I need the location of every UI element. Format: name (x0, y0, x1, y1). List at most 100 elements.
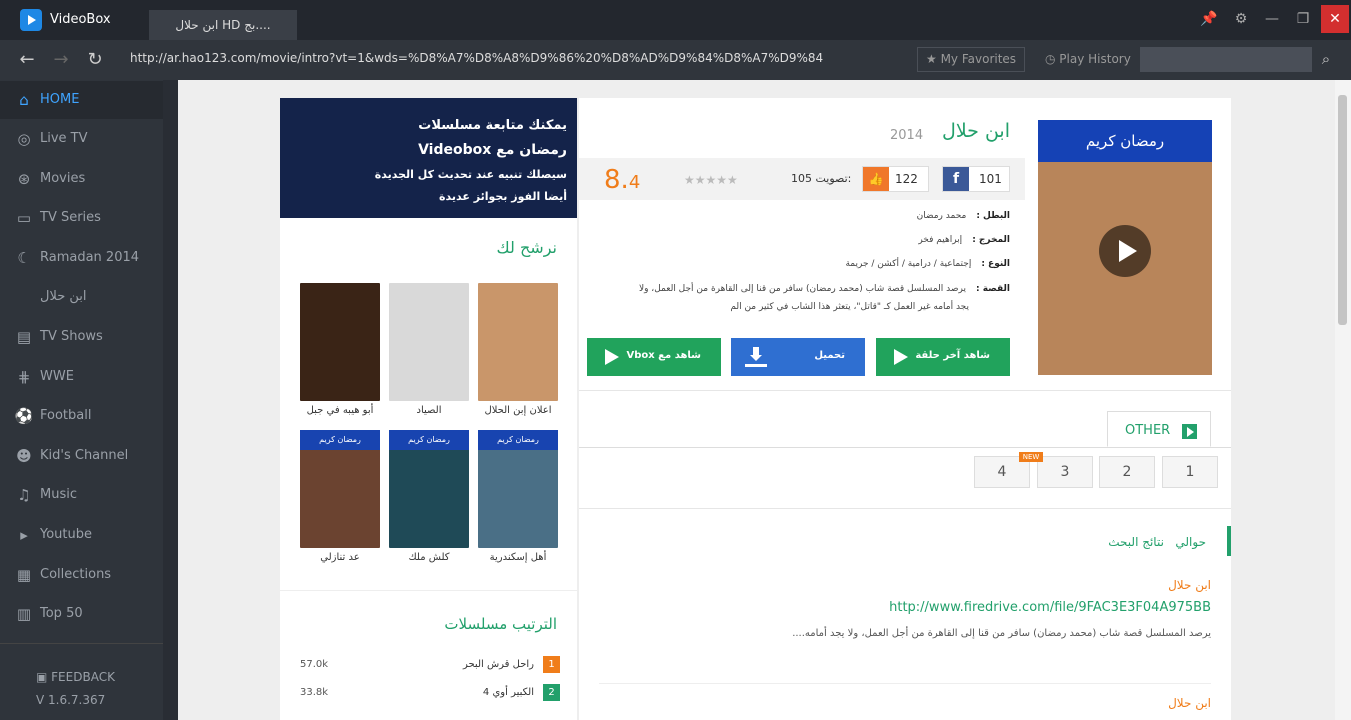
film-reel-icon: ⊛ (17, 170, 31, 188)
ranking-row[interactable]: 33.8k الكبير أوي 4 2 (300, 684, 560, 704)
result-title[interactable]: ابن حلال (1168, 696, 1211, 710)
sidebar-item-top-50[interactable]: ▥ Top 50 (0, 595, 163, 633)
pin-icon[interactable]: 📌 (1195, 5, 1223, 33)
result-description: يرصد المسلسل قصة شاب (محمد رمضان) سافر م… (792, 628, 1211, 639)
sidebar-item-collections[interactable]: ▦ Collections (0, 556, 163, 594)
movie-title: ابن حلال (942, 120, 1010, 142)
genre-label: النوع : (981, 259, 1010, 269)
tab-other[interactable]: OTHER (1107, 411, 1211, 447)
divider (280, 590, 577, 591)
sidebar-item-label: Movies (40, 171, 86, 186)
button-label: شاهد آخر حلقة (915, 350, 990, 361)
url-field[interactable]: http://ar.hao123.com/movie/intro?vt=1&wd… (130, 51, 823, 65)
feedback-link[interactable]: ▣ FEEDBACK (36, 670, 115, 684)
ranking-number: 2 (543, 684, 560, 701)
star-icon: ★ (926, 52, 941, 66)
sidebar-item-tv-series[interactable]: ▭ TV Series (0, 199, 163, 237)
videobox-banner[interactable]: يمكنك متابعة مسلسلات رمضان مع Videobox س… (280, 98, 577, 218)
sidebar-item-label: Kid's Channel (40, 448, 129, 463)
thumbnail-image: رمضان كريم (389, 430, 469, 548)
close-button[interactable]: ✕ (1321, 5, 1349, 33)
ranking-row[interactable]: 57.0k راحل قرش البحر 1 (300, 656, 560, 676)
sidebar-item-football[interactable]: ⚽ Football (0, 397, 163, 435)
result-url[interactable]: http://www.firedrive.com/file/9FAC3E3F04… (889, 600, 1211, 615)
story-row-2: يجد أمامه غير العمل كـ "قاتل"، يتعثر هذا… (730, 302, 969, 312)
thumbnail-header: رمضان كريم (300, 430, 380, 450)
facebook-share-button[interactable]: f 101 (942, 166, 1010, 192)
thumbnail-image (300, 283, 380, 401)
recommend-item[interactable]: أبو هيبه في جبل (300, 283, 380, 416)
tab-label: OTHER (1125, 423, 1171, 438)
actor-row: البطل : محمد رمضان (610, 211, 1010, 221)
sidebar-item-music[interactable]: ♫ Music (0, 476, 163, 514)
recommend-item[interactable]: الصياد (389, 283, 469, 416)
tv-icon: ▭ (16, 209, 32, 227)
search-icon[interactable]: ⌕ (1314, 47, 1338, 72)
bar-chart-icon: ▥ (16, 605, 32, 623)
back-arrow-icon[interactable]: ← (14, 46, 40, 74)
thumbnail-image: رمضان كريم (478, 430, 558, 548)
sidebar-subitem-ibn-halal[interactable]: ابن حلال (0, 278, 163, 316)
search-input[interactable] (1140, 47, 1312, 72)
sidebar-item-label: Music (40, 487, 77, 502)
browser-tab[interactable]: ابن حلال HD بج.... (149, 10, 297, 40)
results-heading: حوالي نتائج البحث (1108, 535, 1206, 549)
director-row: المخرج : إبراهيم فخر (610, 235, 1010, 245)
sidebar-item-movies[interactable]: ⊛ Movies (0, 160, 163, 198)
tv-shows-icon: ▤ (16, 328, 32, 346)
ranking-number: 1 (543, 656, 560, 673)
like-count: 122 (895, 172, 918, 186)
sidebar-item-tv-shows[interactable]: ▤ TV Shows (0, 318, 163, 356)
minimize-icon[interactable]: — (1258, 5, 1286, 33)
sidebar-item-home[interactable]: ⌂ HOME (0, 81, 163, 119)
play-icon (890, 347, 912, 367)
clock-icon: ◷ (1045, 52, 1060, 66)
thumbnail-header: رمضان كريم (478, 430, 558, 450)
ranking-count: 33.8k (300, 687, 329, 698)
app-version: V 1.6.7.367 (36, 693, 106, 707)
forward-arrow-icon[interactable]: → (48, 46, 74, 74)
kids-icon: ☻ (16, 447, 32, 465)
sidebar-item-label: TV Series (40, 210, 101, 225)
ranking-title: الترتيب مسلسلات (444, 615, 557, 633)
movie-poster[interactable]: رمضان كريم (1038, 120, 1212, 375)
recommend-title: نرشح لك (496, 238, 557, 257)
rating-stars[interactable]: ★★★★★ (684, 173, 738, 187)
watch-with-vbox-button[interactable]: شاهد مع Vbox (587, 338, 721, 376)
like-button[interactable]: 👍 122 (862, 166, 929, 192)
gear-icon[interactable]: ⚙ (1227, 5, 1255, 33)
genre-value: إجتماعية / درامية / أكشن / جريمة (845, 259, 972, 269)
recommend-item[interactable]: رمضان كريم عد تنازلي (300, 430, 380, 563)
results-accent-bar (1227, 526, 1231, 556)
sidebar-item-label: WWE (40, 369, 74, 384)
scrollbar-thumb[interactable] (1338, 95, 1347, 325)
my-favorites-button[interactable]: ★ My Favorites (917, 47, 1025, 72)
thumbnail-header: رمضان كريم (389, 430, 469, 450)
sidebar: ⌂ HOME ◎ Live TV ⊛ Movies ▭ TV Series ☾ Ramad… (0, 80, 163, 720)
episode-button[interactable]: 2 (1099, 456, 1155, 488)
result-title[interactable]: ابن حلال (1168, 578, 1211, 592)
play-icon[interactable] (1099, 225, 1151, 277)
maximize-icon[interactable]: ❐ (1289, 5, 1317, 33)
download-button[interactable]: تحميل (731, 338, 865, 376)
actor-value: محمد رمضان (916, 211, 967, 221)
recommend-item[interactable]: اعلان إبن الحلال (478, 283, 558, 416)
recommend-item[interactable]: رمضان كريم أهل إسكندرية (478, 430, 558, 563)
sidebar-item-live-tv[interactable]: ◎ Live TV (0, 120, 163, 158)
recommend-item[interactable]: رمضان كريم كلش ملك (389, 430, 469, 563)
movie-year: 2014 (890, 128, 924, 143)
recommend-caption: كلش ملك (408, 552, 450, 563)
director-label: المخرج : (972, 235, 1010, 245)
refresh-icon[interactable]: ↻ (82, 46, 108, 74)
episode-button[interactable]: 1 (1162, 456, 1218, 488)
sidebar-item-ramadan-2014[interactable]: ☾ Ramadan 2014 (0, 239, 163, 277)
tab-underline (579, 447, 1231, 448)
sidebar-item-wwe[interactable]: ⋕ WWE (0, 358, 163, 396)
play-history-button[interactable]: ◷ Play History (1045, 47, 1137, 72)
watch-last-episode-button[interactable]: شاهد آخر حلقة (876, 338, 1010, 376)
sidebar-item-youtube[interactable]: ▸ Youtube (0, 516, 163, 554)
sidebar-item-label: Top 50 (40, 606, 83, 621)
director-value: إبراهيم فخر (918, 235, 963, 245)
sidebar-item-kids-channel[interactable]: ☻ Kid's Channel (0, 437, 163, 475)
episode-button[interactable]: 3 (1037, 456, 1093, 488)
